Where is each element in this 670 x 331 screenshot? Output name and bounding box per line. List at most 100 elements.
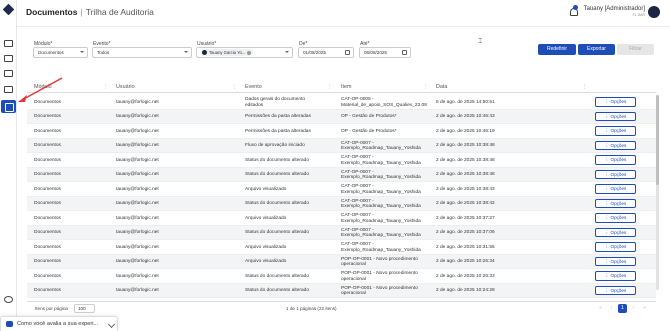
table-row[interactable]: Documentos tauany@forlogic.net Arquivo vis… (27, 254, 656, 269)
calendar-icon[interactable] (402, 50, 407, 55)
first-page-button[interactable]: « (596, 304, 605, 313)
options-button[interactable]: ⋮ Opções (595, 198, 636, 208)
evento-select[interactable]: Todos (92, 47, 192, 58)
logo-icon[interactable] (2, 3, 15, 16)
cell-evento: Permissões da pasta alteradas (245, 128, 311, 134)
org-icon[interactable] (4, 70, 13, 77)
feedback-widget[interactable]: Como você avalia a sua experi... (0, 316, 118, 331)
modulo-select[interactable]: Documentos (33, 47, 88, 58)
cell-item: CAT-OP-0007 - Exemplo_Roadmap_Tauany_Yosh… (341, 198, 421, 210)
table-row[interactable]: Documentos tauany@forlogic.net Status do d… (27, 269, 656, 284)
cell-item: CAT-OP-0007 - Exemplo_Roadmap_Tauany_Yosh… (341, 227, 421, 239)
cell-modulo: Documentos (34, 99, 61, 105)
prev-page-button[interactable]: ‹ (607, 304, 616, 313)
de-date-input[interactable]: 01/08/2025 (298, 47, 354, 58)
options-button[interactable]: ⋮ Opções (595, 227, 636, 237)
table-row[interactable]: Documentos tauany@forlogic.net Status do d… (27, 225, 656, 240)
cell-modulo: Documentos (34, 114, 61, 119)
cell-modulo: Documentos (34, 215, 61, 221)
table-row[interactable]: Documentos tauany@forlogic.net Arquivo vis… (27, 240, 656, 255)
cell-modulo: Documentos (34, 230, 61, 235)
avatar[interactable] (648, 6, 660, 18)
cell-evento: Arquivo visualizado (245, 259, 287, 264)
cell-item: CAT-OP-0007 - Exemplo_Roadmap_Tauany_Yosh… (341, 140, 421, 152)
cell-usuario: tauany@forlogic.net (116, 244, 159, 250)
cell-item: OP - Gestão de Produtos* (341, 114, 397, 119)
mouse-cursor: ⌶ (478, 38, 483, 45)
notification-badge (573, 5, 578, 10)
table-row[interactable]: Documentos tauany@forlogic.net Fluxo de ap… (27, 138, 656, 153)
options-button[interactable]: ⋮ Opções (595, 169, 636, 179)
cell-modulo: Documentos (34, 273, 61, 279)
table-row[interactable]: Documentos tauany@forlogic.net Status do d… (27, 196, 656, 211)
next-page-button[interactable]: › (629, 304, 638, 313)
cell-item: POP-OP-0001 - Novo procedimento operacion… (341, 256, 418, 268)
filtrar-button[interactable]: Filtrar (617, 44, 654, 55)
col-modulo[interactable]: Módulo (34, 84, 52, 90)
table-row[interactable]: Documentos tauany@forlogic.net Dados gerai… (27, 95, 656, 110)
cell-data: 2 de ago. de 2025 10:38:42 (436, 201, 495, 206)
cell-data: 2 de ago. de 2025 10:37:06 (436, 230, 495, 235)
table-row[interactable]: Documentos tauany@forlogic.net Status do d… (27, 283, 656, 298)
settings-icon[interactable] (4, 296, 13, 303)
cell-usuario: tauany@forlogic.net (116, 157, 159, 163)
exportar-button[interactable]: Exportar (578, 44, 615, 55)
chevron-down-icon[interactable] (107, 320, 116, 329)
calendar-icon[interactable] (345, 50, 350, 55)
last-page-button[interactable]: » (640, 304, 649, 313)
left-rail (0, 0, 17, 331)
cell-item: OP - Gestão de Produtos* (341, 128, 397, 134)
cell-evento: Status do documento alterado (245, 201, 310, 206)
reports-icon[interactable] (4, 86, 13, 93)
options-button[interactable]: ⋮ Opções (595, 213, 636, 223)
dashboard-icon[interactable] (4, 40, 13, 47)
ate-date-input[interactable]: 05/08/2025 (359, 47, 411, 58)
options-button[interactable]: ⋮ Opções (595, 271, 636, 281)
cell-item: CAT-OP-0007 - Exemplo_Roadmap_Tauany_Yosh… (341, 169, 421, 181)
per-page-select[interactable]: 100 (74, 304, 95, 313)
cell-modulo: Documentos (34, 186, 61, 192)
user-name[interactable]: Tauany [Administrador] (584, 6, 645, 12)
cell-usuario: tauany@forlogic.net (116, 259, 159, 264)
cell-evento: Status do documento alterado (245, 157, 310, 163)
options-button[interactable]: ⋮ Opções (595, 111, 636, 121)
cell-evento: Status do documento alterado (245, 288, 310, 293)
usuario-select[interactable]: Tauany Garcia Yo... (196, 47, 293, 58)
options-button[interactable]: ⋮ Opções (595, 256, 636, 266)
options-button[interactable]: ⋮ Opções (595, 126, 636, 136)
options-button[interactable]: ⋮ Opções (595, 155, 636, 165)
col-evento[interactable]: Evento (245, 84, 262, 90)
options-button[interactable]: ⋮ Opções (595, 97, 636, 107)
redefinir-button[interactable]: Redefinir (538, 44, 576, 55)
cell-usuario: tauany@forlogic.net (116, 114, 159, 119)
col-usuario[interactable]: Usuário (116, 84, 135, 90)
page-subtitle: Trilha de Auditoria (85, 7, 154, 17)
table-row[interactable]: Documentos tauany@forlogic.net Permissões … (27, 124, 656, 139)
audit-trail-icon[interactable] (1, 100, 16, 113)
cell-usuario: tauany@forlogic.net (116, 230, 159, 235)
table-scrollbar[interactable] (656, 95, 659, 290)
cell-item: CAT-OP-0007 - Exemplo_Roadmap_Tauany_Yosh… (341, 184, 421, 195)
feedback-text: Como você avalia a sua experi... (17, 321, 99, 327)
options-button[interactable]: ⋮ Opções (595, 184, 636, 194)
table-row[interactable]: Documentos tauany@forlogic.net Arquivo vis… (27, 182, 656, 197)
col-data[interactable]: Data (436, 84, 447, 90)
table-row[interactable]: Documentos tauany@forlogic.net Arquivo vis… (27, 211, 656, 226)
documents-icon[interactable] (4, 55, 13, 62)
remove-chip-icon[interactable] (247, 50, 252, 55)
cell-modulo: Documentos (34, 259, 61, 264)
user-chip[interactable]: Tauany Garcia Yo... (201, 49, 254, 56)
table-row[interactable]: Documentos tauany@forlogic.net Status do d… (27, 167, 656, 182)
options-button[interactable]: ⋮ Opções (595, 140, 636, 150)
cell-usuario: tauany@forlogic.net (116, 288, 159, 293)
options-button[interactable]: ⋮ Opções (595, 242, 636, 252)
col-item[interactable]: Item (341, 84, 351, 90)
page-1-button[interactable]: 1 (618, 304, 627, 313)
cell-evento: Dados gerais do documento editados (245, 97, 305, 108)
options-button[interactable]: ⋮ Opções (595, 285, 636, 295)
chat-icon (6, 321, 13, 327)
table-row[interactable]: Documentos tauany@forlogic.net Permissões … (27, 109, 656, 124)
page-title: Documentos | Trilha de Auditoria (26, 7, 154, 17)
cell-item: CAT-OP-0005 - Material_de_apoio_SOS_Quali… (341, 97, 427, 108)
table-row[interactable]: Documentos tauany@forlogic.net Status do d… (27, 153, 656, 168)
